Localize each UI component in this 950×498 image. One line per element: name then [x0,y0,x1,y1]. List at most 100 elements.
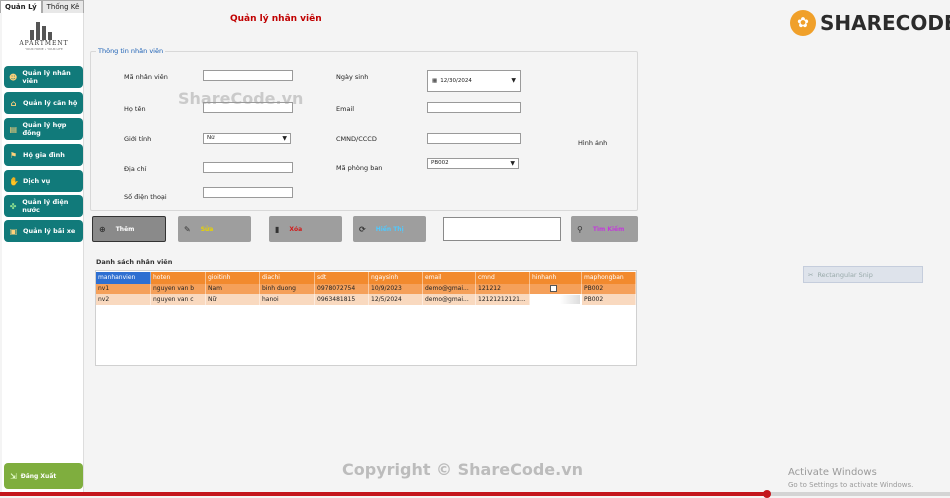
cell[interactable]: PB002 [582,284,636,294]
label-ma-phong-ban: Mã phòng ban [336,164,383,172]
tab-thong-ke[interactable]: Thống Kê [41,0,85,13]
add-icon: ⊕ [99,224,106,234]
cell[interactable]: 10/9/2023 [369,284,423,294]
watermark-text: ShareCode.vn [178,89,304,108]
rectangular-snip-label: Rectangular Snip [817,270,873,279]
col-header[interactable]: cmnd [476,272,530,284]
cell[interactable]: PB002 [582,294,636,305]
cmnd-input[interactable] [427,133,521,144]
col-header[interactable]: maphongban [582,272,636,284]
sidebar-item-dich-vu[interactable]: ✋ Dịch vụ [4,170,83,192]
sidebar-item-label: Quản lý điện nước [22,198,69,214]
label-hinh-anh: Hình ảnh [578,139,608,147]
label-ho-ten: Họ tên [124,105,146,113]
col-header[interactable]: hoten [151,272,206,284]
ngay-sinh-value: 12/30/2024 [440,78,472,84]
image-placeholder-icon [550,285,557,292]
sharecode-logo-icon: ✿ [790,10,816,36]
them-button[interactable]: ⊕ Thêm [92,216,166,242]
label-ma-nhan-vien: Mã nhân viên [124,73,168,81]
label-email: Email [336,105,355,113]
sidebar-item-nhan-vien[interactable]: ☻ Quản lý nhân viên [4,66,83,88]
grid-header: manhanvien hoten gioitinh diachi sdt nga… [96,272,636,284]
gioi-tinh-select[interactable]: Nữ ▼ [203,133,291,144]
col-header[interactable]: ngaysinh [369,272,423,284]
cell[interactable]: nv2 [96,294,151,305]
tab-quan-ly[interactable]: Quản Lý [0,0,42,13]
col-header[interactable]: sdt [315,272,369,284]
ma-phong-ban-select[interactable]: PB002 ▼ [427,158,519,169]
sidebar-item-label: Quản lý nhân viên [22,69,71,85]
page-title: Quản lý nhân viên [230,14,322,24]
col-header[interactable]: diachi [260,272,315,284]
sidebar-item-hop-dong[interactable]: ▤ Quản lý hợp đồng [4,118,83,140]
image-cell[interactable] [530,294,582,305]
cell[interactable]: binh duong [260,284,315,294]
cell[interactable]: demo@gmai... [423,284,476,294]
edit-icon: ✎ [184,224,191,234]
video-progress-bar[interactable] [0,490,950,498]
ngay-sinh-datepicker[interactable]: ▦ 12/30/2024 ▼ [427,70,521,92]
cell[interactable]: hanoi [260,294,315,305]
logo-name: APARTMENT [19,40,69,47]
table-row[interactable]: nv2 nguyen van c Nữ hanoi 0963481815 12/… [96,294,636,305]
house-icon: ⌂ [10,98,17,108]
logout-button[interactable]: ⇲ Đăng Xuất [4,463,83,489]
cell[interactable]: Nữ [206,294,260,305]
label-gioi-tinh: Giới tính [124,135,152,143]
main-tabbar: Quản Lý Thống Kê [0,0,85,13]
hien-thi-button[interactable]: ⟳ Hiển Thị [353,216,426,242]
xoa-button[interactable]: ▮ Xóa [269,216,342,242]
label-cmnd: CMND/CCCD [336,135,377,143]
them-label: Thêm [115,225,135,233]
sidebar-item-ho-gia-dinh[interactable]: ⚑ Hộ gia đình [4,144,83,166]
cell[interactable]: 12121212121... [476,294,530,305]
cell[interactable]: nv1 [96,284,151,294]
col-header[interactable]: manhanvien [96,272,151,284]
so-dien-thoai-input[interactable] [203,187,293,198]
gioi-tinh-value: Nữ [207,135,215,141]
tim-kiem-button[interactable]: ⚲ Tìm Kiếm [571,216,638,242]
people-icon: ☻ [9,72,18,82]
rectangular-snip-item[interactable]: ✂ Rectangular Snip [803,266,923,283]
cell[interactable]: Nam [206,284,260,294]
refresh-icon: ⟳ [359,224,366,234]
label-ngay-sinh: Ngày sinh [336,73,369,81]
sidebar-item-can-ho[interactable]: ⌂ Quản lý căn hộ [4,92,83,114]
building-icon [30,22,58,40]
family-icon: ⚑ [9,150,18,160]
activate-windows-title: Activate Windows [788,467,877,478]
sua-button[interactable]: ✎ Sửa [178,216,251,242]
utility-icon: ✤ [9,201,17,211]
parking-icon: ▣ [9,226,18,236]
video-progress-fill [0,492,767,496]
employee-info-legend: Thông tin nhân viên [96,47,166,55]
email-input[interactable] [427,102,521,113]
col-header[interactable]: email [423,272,476,284]
col-header[interactable]: hinhanh [530,272,582,284]
search-input[interactable] [443,217,561,241]
chevron-down-icon: ▼ [282,135,287,142]
video-progress-knob[interactable] [762,490,771,498]
cell[interactable]: 12/5/2024 [369,294,423,305]
col-header[interactable]: gioitinh [206,272,260,284]
label-so-dien-thoai: Số điện thoại [124,193,167,201]
cell[interactable]: 0963481815 [315,294,369,305]
cell[interactable]: 121212 [476,284,530,294]
image-cell[interactable] [530,284,582,294]
sua-label: Sửa [200,225,214,233]
table-row[interactable]: nv1 nguyen van b Nam binh duong 09780727… [96,284,636,294]
ma-nhan-vien-input[interactable] [203,70,293,81]
employee-photo [530,295,580,304]
sidebar-item-bai-xe[interactable]: ▣ Quản lý bãi xe [4,220,83,242]
employee-grid[interactable]: manhanvien hoten gioitinh diachi sdt nga… [95,270,637,366]
sidebar-item-dien-nuoc[interactable]: ✤ Quản lý điện nước [4,195,83,217]
cell[interactable]: demo@gmai... [423,294,476,305]
hien-thi-label: Hiển Thị [375,225,404,233]
sidebar-item-label: Quản lý bãi xe [23,227,76,235]
cell[interactable]: nguyen van c [151,294,206,305]
cell[interactable]: nguyen van b [151,284,206,294]
snip-icon: ✂ [808,270,814,279]
dia-chi-input[interactable] [203,162,293,173]
cell[interactable]: 0978072754 [315,284,369,294]
